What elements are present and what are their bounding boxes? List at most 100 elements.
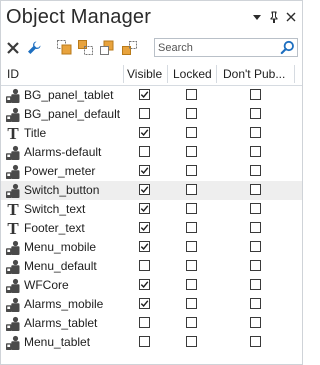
dont-publish-checkbox[interactable] bbox=[250, 184, 261, 195]
object-icon bbox=[5, 259, 21, 275]
send-backward-icon[interactable] bbox=[98, 39, 116, 57]
properties-wrench-icon[interactable] bbox=[25, 39, 43, 57]
visible-checkbox[interactable] bbox=[139, 279, 150, 290]
table-row[interactable]: Alarms_tablet bbox=[1, 314, 302, 333]
visible-checkbox[interactable] bbox=[139, 317, 150, 328]
delete-icon[interactable] bbox=[4, 39, 22, 57]
dont-publish-checkbox[interactable] bbox=[250, 279, 261, 290]
object-table: ID Visible Locked Don't Pub... BG_panel_… bbox=[1, 63, 302, 352]
locked-checkbox[interactable] bbox=[186, 127, 197, 138]
column-divider[interactable] bbox=[123, 65, 124, 83]
column-divider[interactable] bbox=[216, 65, 217, 83]
locked-checkbox[interactable] bbox=[186, 317, 197, 328]
visible-checkbox[interactable] bbox=[139, 336, 150, 347]
send-to-back-icon[interactable] bbox=[121, 39, 139, 57]
locked-checkbox[interactable] bbox=[186, 146, 197, 157]
locked-checkbox[interactable] bbox=[186, 279, 197, 290]
row-object-name: Alarms_tablet bbox=[24, 316, 98, 330]
dont-publish-checkbox[interactable] bbox=[250, 127, 261, 138]
visible-checkbox[interactable] bbox=[139, 165, 150, 176]
table-row[interactable]: Alarms-default bbox=[1, 143, 302, 162]
row-object-name: BG_panel_tablet bbox=[24, 88, 114, 102]
column-header-visible[interactable]: Visible bbox=[127, 63, 162, 85]
locked-checkbox[interactable] bbox=[186, 89, 197, 100]
visible-checkbox[interactable] bbox=[139, 222, 150, 233]
object-icon bbox=[5, 145, 21, 161]
pin-icon[interactable] bbox=[267, 10, 281, 24]
locked-checkbox[interactable] bbox=[186, 184, 197, 195]
dont-publish-checkbox[interactable] bbox=[250, 317, 261, 328]
locked-checkbox[interactable] bbox=[186, 203, 197, 214]
object-icon bbox=[5, 240, 21, 256]
table-row[interactable]: Menu_mobile bbox=[1, 238, 302, 257]
row-object-name: Menu_tablet bbox=[24, 335, 91, 349]
table-header: ID Visible Locked Don't Pub... bbox=[1, 63, 302, 86]
search-icon[interactable] bbox=[280, 40, 295, 55]
locked-checkbox[interactable] bbox=[186, 222, 197, 233]
visible-checkbox[interactable] bbox=[139, 184, 150, 195]
table-row[interactable]: BG_panel_tablet bbox=[1, 86, 302, 105]
row-object-name: Switch_button bbox=[24, 183, 100, 197]
table-row[interactable]: Alarms_mobile bbox=[1, 295, 302, 314]
locked-checkbox[interactable] bbox=[186, 298, 197, 309]
visible-checkbox[interactable] bbox=[139, 146, 150, 157]
dont-publish-checkbox[interactable] bbox=[250, 336, 261, 347]
object-icon bbox=[5, 107, 21, 123]
object-icon bbox=[5, 297, 21, 313]
table-row[interactable]: Switch_button bbox=[1, 181, 302, 200]
row-object-name: BG_panel_default bbox=[24, 107, 121, 121]
panel-title: Object Manager bbox=[6, 6, 152, 28]
dont-publish-checkbox[interactable] bbox=[250, 165, 261, 176]
table-row[interactable]: Menu_default bbox=[1, 257, 302, 276]
column-divider[interactable] bbox=[294, 65, 295, 83]
bring-to-front-icon[interactable] bbox=[56, 39, 74, 57]
locked-checkbox[interactable] bbox=[186, 108, 197, 119]
row-object-name: Footer_text bbox=[24, 221, 85, 235]
visible-checkbox[interactable] bbox=[139, 203, 150, 214]
table-row[interactable]: Menu_tablet bbox=[1, 333, 302, 352]
dont-publish-checkbox[interactable] bbox=[250, 222, 261, 233]
column-header-locked[interactable]: Locked bbox=[173, 63, 212, 85]
object-icon bbox=[5, 88, 21, 104]
title-bar: Object Manager bbox=[1, 1, 302, 35]
table-row[interactable]: T Switch_text bbox=[1, 200, 302, 219]
dont-publish-checkbox[interactable] bbox=[250, 298, 261, 309]
table-row[interactable]: WFCore bbox=[1, 276, 302, 295]
object-icon bbox=[5, 164, 21, 180]
visible-checkbox[interactable] bbox=[139, 298, 150, 309]
column-header-dont-publish[interactable]: Don't Pub... bbox=[223, 63, 285, 85]
visible-checkbox[interactable] bbox=[139, 108, 150, 119]
locked-checkbox[interactable] bbox=[186, 165, 197, 176]
dont-publish-checkbox[interactable] bbox=[250, 203, 261, 214]
table-row[interactable]: BG_panel_default bbox=[1, 105, 302, 124]
dont-publish-checkbox[interactable] bbox=[250, 260, 261, 271]
table-row[interactable]: T Title bbox=[1, 124, 302, 143]
close-icon[interactable] bbox=[284, 10, 298, 24]
search-box bbox=[154, 38, 298, 57]
table-body: BG_panel_tablet BG_panel_default T Title Ala… bbox=[1, 86, 302, 352]
panel-menu-dropdown-icon[interactable] bbox=[250, 10, 264, 24]
table-row[interactable]: Power_meter bbox=[1, 162, 302, 181]
visible-checkbox[interactable] bbox=[139, 127, 150, 138]
toolbar bbox=[1, 37, 302, 59]
locked-checkbox[interactable] bbox=[186, 260, 197, 271]
bring-forward-icon[interactable] bbox=[77, 39, 95, 57]
dont-publish-checkbox[interactable] bbox=[250, 108, 261, 119]
object-icon bbox=[5, 183, 21, 199]
object-icon bbox=[5, 316, 21, 332]
dont-publish-checkbox[interactable] bbox=[250, 241, 261, 252]
object-icon bbox=[5, 278, 21, 294]
visible-checkbox[interactable] bbox=[139, 260, 150, 271]
dont-publish-checkbox[interactable] bbox=[250, 146, 261, 157]
text-object-icon: T bbox=[7, 219, 19, 238]
locked-checkbox[interactable] bbox=[186, 241, 197, 252]
dont-publish-checkbox[interactable] bbox=[250, 89, 261, 100]
search-input[interactable] bbox=[158, 40, 276, 55]
visible-checkbox[interactable] bbox=[139, 241, 150, 252]
locked-checkbox[interactable] bbox=[186, 336, 197, 347]
column-divider[interactable] bbox=[167, 65, 168, 83]
column-header-id[interactable]: ID bbox=[7, 63, 19, 85]
visible-checkbox[interactable] bbox=[139, 89, 150, 100]
row-object-name: Switch_text bbox=[24, 202, 86, 216]
table-row[interactable]: T Footer_text bbox=[1, 219, 302, 238]
